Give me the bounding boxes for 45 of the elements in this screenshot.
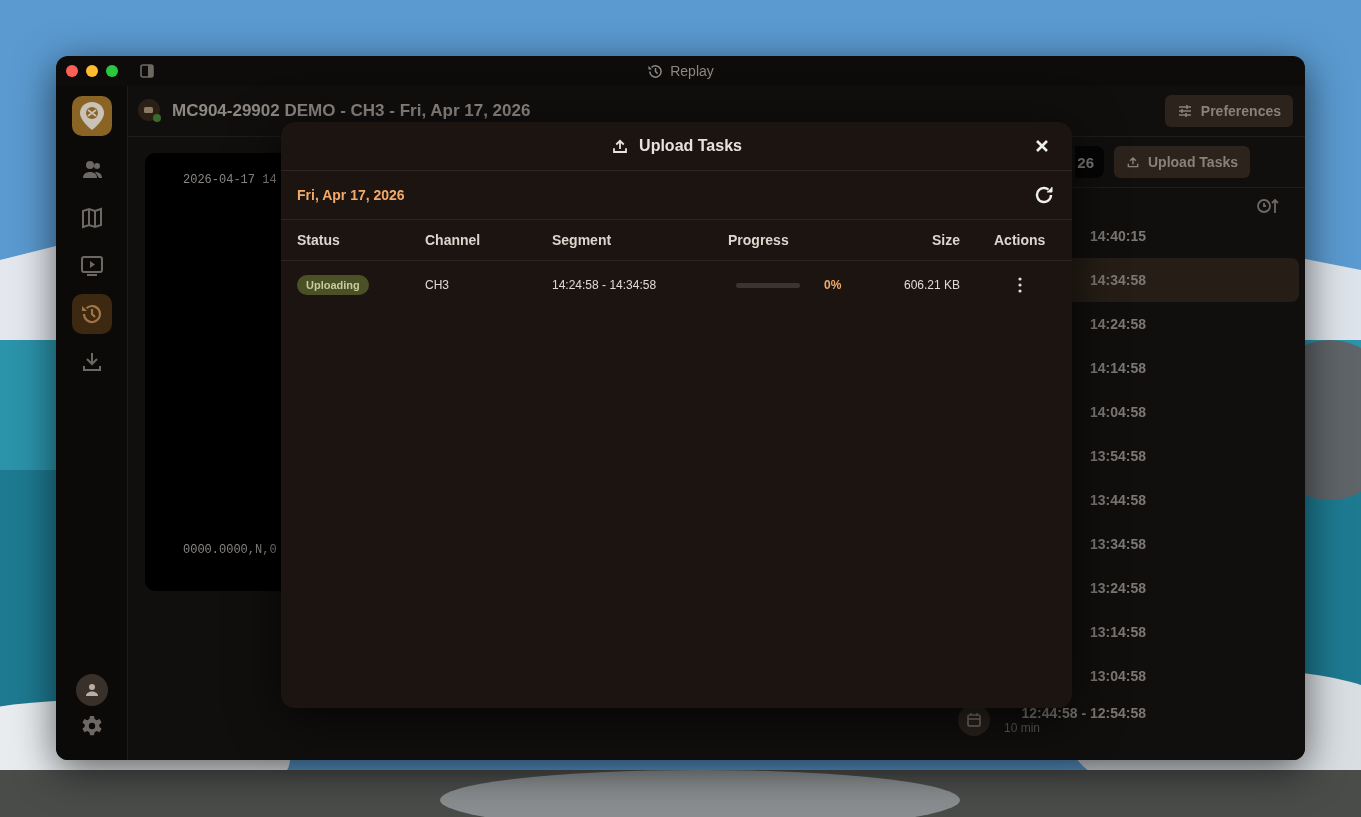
segment-time: 13:34:58 xyxy=(1089,536,1146,552)
segment-time: 14:14:58 xyxy=(1089,360,1146,376)
channel-title: MC904-29902 DEMO - CH3 - Fri, Apr 17, 2026 xyxy=(172,101,532,121)
upload-icon xyxy=(611,137,630,155)
segment-time: 13:54:58 xyxy=(1089,448,1146,464)
upload-icon xyxy=(1126,155,1140,169)
segment-time: 13:44:58 xyxy=(1089,492,1146,508)
more-actions-icon[interactable] xyxy=(1016,276,1024,294)
app-logo[interactable] xyxy=(71,96,112,136)
segment-cell-text: 14:24:58 - 14:34:58 xyxy=(552,278,658,292)
window-title: Replay xyxy=(670,63,714,79)
user-avatar-icon[interactable] xyxy=(75,674,108,706)
history-icon xyxy=(647,62,665,80)
segment-duration: 10 min xyxy=(1004,721,1041,735)
date-picker[interactable]: 26 xyxy=(1075,146,1104,178)
column-header: Actions xyxy=(993,232,1047,248)
channel-avatar-icon xyxy=(138,99,162,123)
segment-time: 14:24:58 xyxy=(1089,316,1146,332)
sort-time-icon[interactable] xyxy=(1257,198,1279,214)
channel-cell-text: CH3 xyxy=(425,278,450,292)
status-badge: Uploading xyxy=(297,275,369,295)
segment-time: 13:14:58 xyxy=(1089,624,1146,640)
progress-percent: 0% xyxy=(824,278,842,292)
column-header: Progress xyxy=(728,232,790,248)
segment-time: 14:04:58 xyxy=(1089,404,1146,420)
minimize-window-button[interactable] xyxy=(86,65,98,77)
close-window-button[interactable] xyxy=(66,65,78,77)
sliders-icon xyxy=(1176,103,1193,119)
column-header: Channel xyxy=(425,232,482,248)
gps-overlay: 0000.0000,N,0 xyxy=(183,543,278,557)
timestamp-overlay: 2026-04-17 14 xyxy=(183,173,278,187)
history-icon[interactable] xyxy=(71,294,112,334)
column-header: Segment xyxy=(552,232,613,248)
sidebar-toggle-icon[interactable] xyxy=(140,64,154,78)
segment-time: 13:24:58 xyxy=(1089,580,1146,596)
segment-time: 14:34:58 xyxy=(1089,272,1146,288)
preferences-button[interactable]: Preferences xyxy=(1164,95,1293,127)
segment-time: 13:04:58 xyxy=(1089,668,1146,684)
dialog-title: Upload Tasks xyxy=(639,137,742,155)
column-header: Size xyxy=(932,232,960,248)
upload-tasks-button[interactable]: Upload Tasks xyxy=(1114,146,1250,178)
segment-time: 12:44:58 - 12:54:58 xyxy=(1021,705,1146,721)
column-header: Status xyxy=(297,232,341,248)
date-label: Fri, Apr 17, 2026 xyxy=(297,187,405,203)
zoom-window-button[interactable] xyxy=(106,65,118,77)
